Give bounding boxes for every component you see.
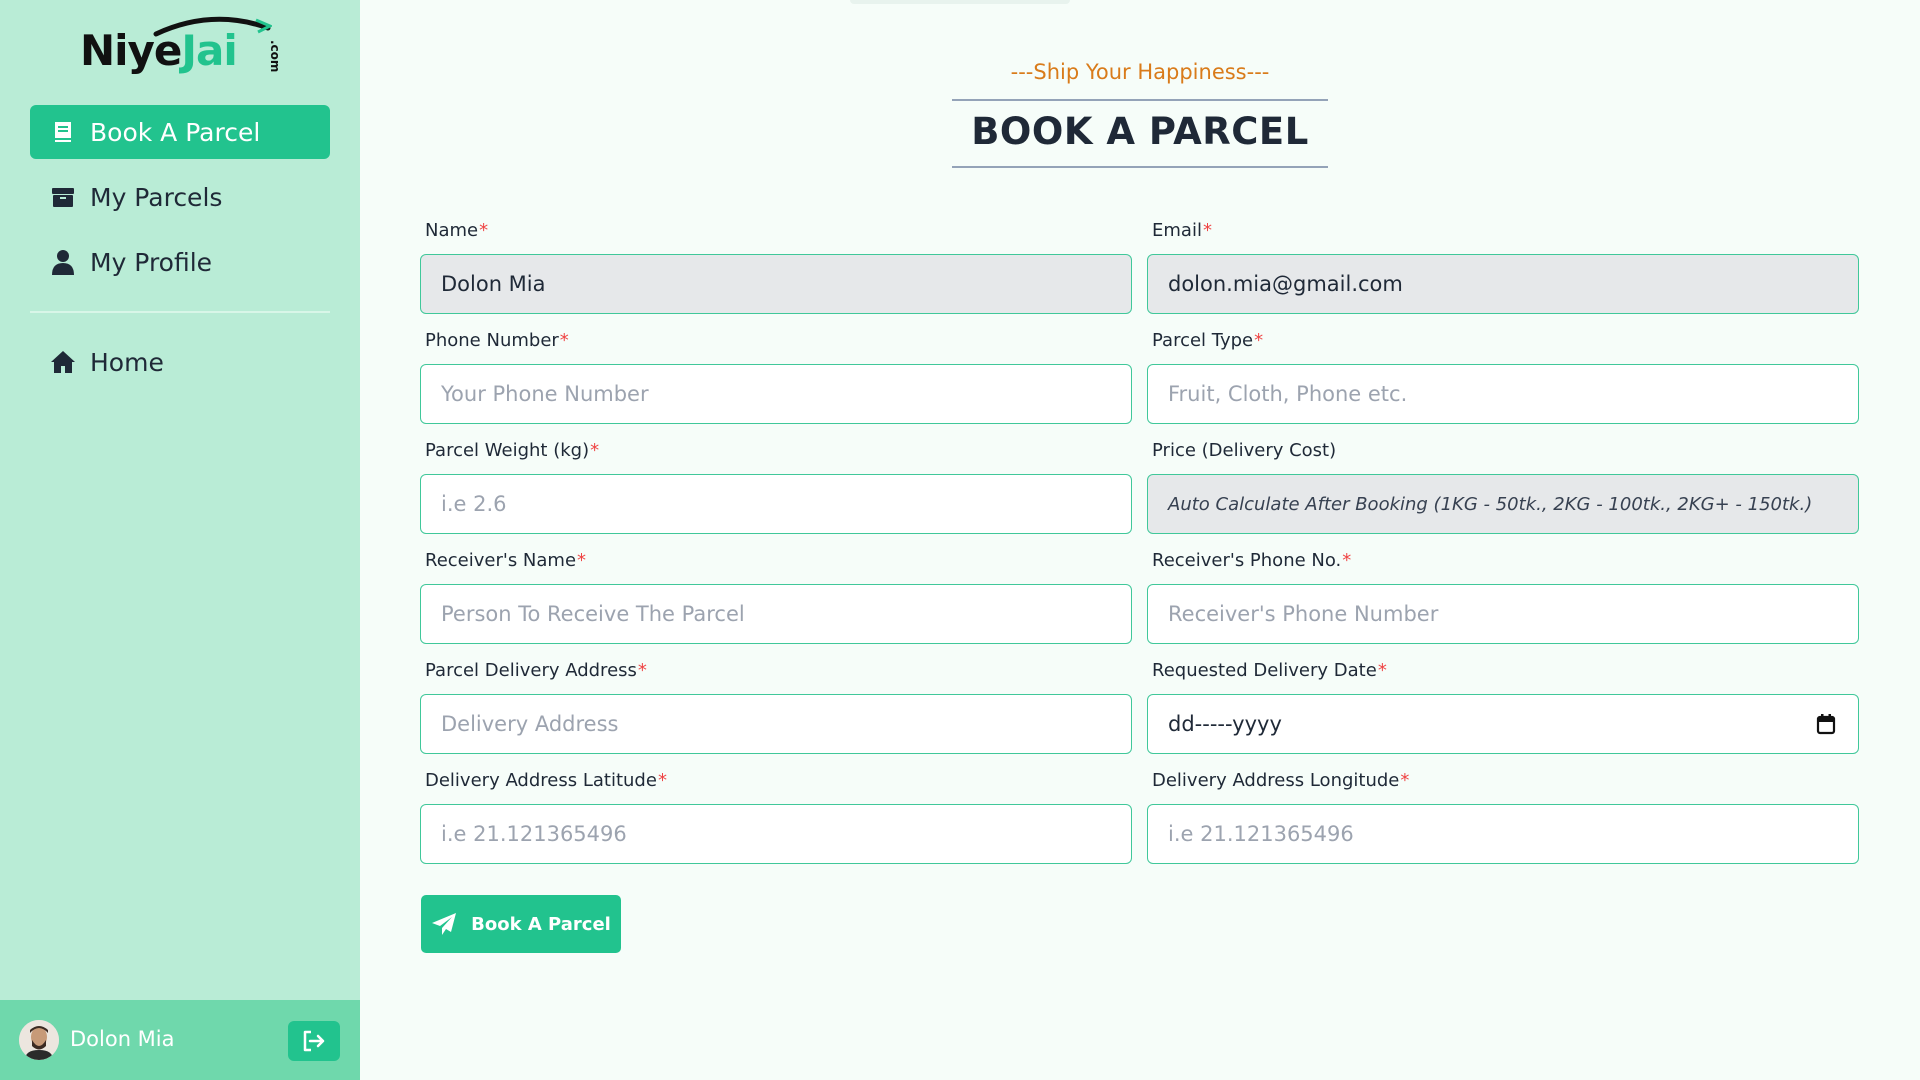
longitude-input[interactable]: i.e 21.121365496 xyxy=(1147,804,1859,864)
book-parcel-button-label: Book A Parcel xyxy=(471,913,611,935)
date-input[interactable]: dd-----yyyy xyxy=(1147,694,1859,754)
brand-name-accent: Jai xyxy=(181,26,237,75)
price-label: Price (Delivery Cost) xyxy=(1152,440,1337,461)
user-name: Dolon Mia xyxy=(70,1027,175,1051)
sidebar-item-my-parcels[interactable]: My Parcels xyxy=(30,170,330,224)
paper-plane-icon xyxy=(431,912,457,936)
sidebar-nav: Book A Parcel My Parcels My Profile Home xyxy=(30,105,330,400)
brand-logo[interactable]: NiyeJai .com xyxy=(80,14,290,84)
address-label: Parcel Delivery Address* xyxy=(425,660,647,681)
avatar[interactable] xyxy=(19,1020,59,1060)
title-divider-top xyxy=(952,99,1328,101)
sidebar-item-home[interactable]: Home xyxy=(30,335,330,389)
date-label: Requested Delivery Date* xyxy=(1152,660,1387,681)
receiver-name-label: Receiver's Name* xyxy=(425,550,587,571)
address-input[interactable]: Delivery Address xyxy=(420,694,1132,754)
date-input-value: dd-----yyyy xyxy=(1168,712,1282,736)
top-tab-indicator xyxy=(850,0,1070,4)
weight-input[interactable]: i.e 2.6 xyxy=(420,474,1132,534)
sidebar-item-label: My Profile xyxy=(90,247,213,277)
box-icon xyxy=(50,184,76,210)
phone-input[interactable]: Your Phone Number xyxy=(420,364,1132,424)
receiver-name-input[interactable]: Person To Receive The Parcel xyxy=(420,584,1132,644)
email-label: Email* xyxy=(1152,220,1212,241)
name-label: Name* xyxy=(425,220,489,241)
page-title: BOOK A PARCEL xyxy=(971,110,1309,153)
user-icon xyxy=(50,249,76,275)
sidebar-item-label: Home xyxy=(90,347,164,377)
parcel-type-input[interactable]: Fruit, Cloth, Phone etc. xyxy=(1147,364,1859,424)
brand-suffix: .com xyxy=(268,40,282,73)
brand-name: NiyeJai xyxy=(80,26,238,75)
sidebar-item-my-profile[interactable]: My Profile xyxy=(30,235,330,289)
longitude-label: Delivery Address Longitude* xyxy=(1152,770,1410,791)
title-divider-bottom xyxy=(952,166,1328,168)
sidebar-item-label: Book A Parcel xyxy=(90,117,261,147)
user-bar: Dolon Mia xyxy=(0,1000,360,1080)
email-field[interactable]: dolon.mia@gmail.com xyxy=(1147,254,1859,314)
name-field[interactable]: Dolon Mia xyxy=(420,254,1132,314)
receiver-phone-label: Receiver's Phone No.* xyxy=(1152,550,1352,571)
book-icon xyxy=(50,119,76,145)
sidebar-item-label: My Parcels xyxy=(90,182,223,212)
weight-label: Parcel Weight (kg)* xyxy=(425,440,600,461)
phone-label: Phone Number* xyxy=(425,330,569,351)
price-field: Auto Calculate After Booking (1KG - 50tk… xyxy=(1147,474,1859,534)
parcel-type-label: Parcel Type* xyxy=(1152,330,1264,351)
latitude-input[interactable]: i.e 21.121365496 xyxy=(420,804,1132,864)
receiver-phone-input[interactable]: Receiver's Phone Number xyxy=(1147,584,1859,644)
sidebar-divider xyxy=(30,311,330,313)
logout-icon xyxy=(303,1030,325,1052)
home-icon xyxy=(50,349,76,375)
latitude-label: Delivery Address Latitude* xyxy=(425,770,667,791)
brand-name-dark: Niye xyxy=(80,26,182,75)
sidebar: NiyeJai .com Book A Parcel My Parcels My… xyxy=(0,0,360,1080)
calendar-icon[interactable] xyxy=(1816,713,1836,735)
sidebar-item-book-a-parcel[interactable]: Book A Parcel xyxy=(30,105,330,159)
book-parcel-button[interactable]: Book A Parcel xyxy=(421,895,621,953)
page-tagline: ---Ship Your Happiness--- xyxy=(1010,60,1270,84)
logout-button[interactable] xyxy=(288,1021,340,1061)
